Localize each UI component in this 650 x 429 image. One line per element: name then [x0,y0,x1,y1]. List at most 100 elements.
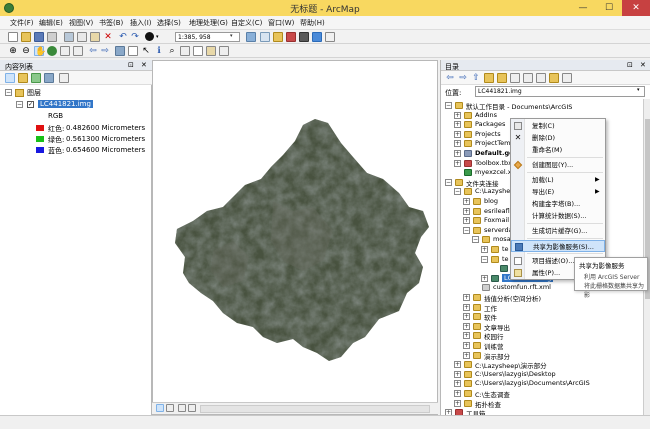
context-menu-item[interactable]: ✕ 删除(D) [511,132,605,144]
disconnect-folder-icon[interactable] [510,73,520,83]
identify-icon[interactable]: ℹ [154,46,164,56]
fixed-zoom-out-icon[interactable] [73,46,83,56]
menu-file[interactable]: 文件(F) [10,18,34,28]
collapse-icon[interactable]: − [472,236,479,244]
layer-visibility-checkbox[interactable]: ✓ [27,101,34,108]
collapse-icon[interactable]: − [454,188,461,196]
collapse-icon[interactable]: − [5,89,12,96]
expand-icon[interactable]: + [463,322,470,330]
modelbuilder-icon[interactable] [312,32,322,42]
layout-view-icon[interactable] [166,404,174,412]
toc-row-raster-layer[interactable]: − ✓ LC441821.img [0,99,152,111]
zoom-out-icon[interactable]: ⊖ [21,46,31,56]
menu-edit[interactable]: 编辑(E) [39,18,63,28]
catalog-tree-item[interactable]: + C:\Lazysheep\演示部分 [441,360,641,370]
menu-windows[interactable]: 窗口(W) [268,18,294,28]
toolbox-icon[interactable] [286,32,296,42]
data-view-icon[interactable] [156,404,164,412]
measure-icon[interactable] [180,46,190,56]
context-menu-item[interactable]: 构建金字塔(B)... [511,198,605,210]
context-menu-item[interactable]: 加载(L) ▶ [511,174,605,186]
maximize-button[interactable]: ☐ [596,0,622,16]
list-by-source-icon[interactable] [18,73,28,83]
menu-selection[interactable]: 选择(S) [157,18,181,28]
back-extent-icon[interactable]: ⇦ [88,46,98,56]
catalog-tree-item[interactable]: + C:\Users\lazygis\Documents\ArcGIS [441,379,641,389]
catalog-tree-item[interactable]: + 训练营 [441,341,641,351]
expand-icon[interactable]: + [454,150,461,157]
list-by-drawing-order-icon[interactable] [5,73,15,83]
select-features-icon[interactable] [115,46,125,56]
save-icon[interactable] [34,32,44,42]
expand-icon[interactable]: + [463,351,470,359]
map-scale-dropdown-icon[interactable]: ▾ [230,33,233,39]
toc-pin-icon[interactable]: ⊡ [128,61,134,69]
expand-icon[interactable]: + [463,294,470,301]
select-elements-icon[interactable]: ↖ [141,46,151,56]
new-folder-icon[interactable] [549,73,559,83]
expand-icon[interactable]: + [454,130,461,138]
catalog-options-icon[interactable] [562,73,572,83]
catalog-pin-icon[interactable]: ⊡ [627,61,633,69]
context-menu-item[interactable]: 生成切片缓存(G)... [511,225,605,237]
collapse-icon[interactable]: − [16,101,23,108]
catalog-icon[interactable] [273,32,283,42]
expand-icon[interactable]: + [481,246,488,253]
views-icon[interactable] [523,73,533,83]
list-by-selection-icon[interactable] [44,73,54,83]
redo-icon[interactable]: ↷ [130,32,140,42]
undo-icon[interactable]: ↶ [118,32,128,42]
menu-bookmarks[interactable]: 书签(B) [99,18,123,28]
close-button[interactable]: ✕ [622,0,650,16]
catalog-tree-item[interactable]: + 工作 [441,303,641,313]
clear-selection-icon[interactable] [128,46,138,56]
html-popup-icon[interactable] [206,46,216,56]
catalog-tree-item[interactable]: + C:\生态调查 [441,389,641,399]
catalog-tree-item[interactable]: + 演示部分 [441,351,641,361]
new-icon[interactable] [8,32,18,42]
full-extent-icon[interactable] [47,46,57,56]
python-icon[interactable] [299,32,309,42]
expand-icon[interactable]: + [463,303,470,311]
forward-icon[interactable]: ⇨ [458,73,468,83]
menu-help[interactable]: 帮助(H) [300,18,325,28]
fixed-zoom-in-icon[interactable] [60,46,70,56]
expand-icon[interactable]: + [463,198,470,205]
toc-row-layers[interactable]: − 图层 [0,87,152,99]
delete-icon[interactable]: ✕ [103,32,113,42]
copy-icon[interactable] [77,32,87,42]
location-input[interactable]: LC441821.img [475,86,645,97]
collapse-icon[interactable]: − [445,102,452,109]
time-slider-icon[interactable] [219,46,229,56]
forward-extent-icon[interactable]: ⇨ [100,46,110,56]
expand-icon[interactable]: + [463,207,470,215]
expand-icon[interactable]: + [454,399,461,407]
catalog-tree-item[interactable]: + C:\Users\lazygis\Desktop [441,370,641,380]
context-menu-item[interactable]: 重命名(M) [511,144,605,156]
add-data-dropdown-icon[interactable]: ▾ [156,32,166,42]
catalog-close-icon[interactable]: ✕ [640,61,646,69]
expand-icon[interactable]: + [481,274,488,282]
menu-view[interactable]: 视图(V) [69,18,93,28]
catalog-tree-item[interactable]: + 拓扑检查 [441,399,641,409]
toc-close-icon[interactable]: ✕ [141,61,147,69]
layer-name[interactable]: LC441821.img [38,100,93,108]
context-menu-item[interactable]: 共享为影像服务(S)... [511,240,605,252]
toggle-contents-icon[interactable] [536,73,546,83]
help-icon[interactable] [325,32,335,42]
home-folder-icon[interactable] [484,73,494,83]
catalog-tree-item[interactable]: + 校园行 [441,331,641,341]
context-menu-item[interactable]: 创建图层(Y)... [511,159,605,171]
context-menu-item[interactable]: 导出(E) ▶ [511,186,605,198]
location-dropdown-icon[interactable]: ▾ [637,87,640,93]
expand-icon[interactable]: + [454,140,461,148]
map-display[interactable] [152,60,438,415]
context-menu-item[interactable]: 复制(C) [511,120,605,132]
expand-icon[interactable]: + [463,313,470,321]
expand-icon[interactable]: + [463,217,470,225]
refresh-icon[interactable] [178,404,186,412]
expand-icon[interactable]: + [463,342,470,349]
expand-icon[interactable]: + [454,380,461,388]
cut-icon[interactable] [64,32,74,42]
catalog-tree-item[interactable]: + 文章导出 [441,322,641,332]
